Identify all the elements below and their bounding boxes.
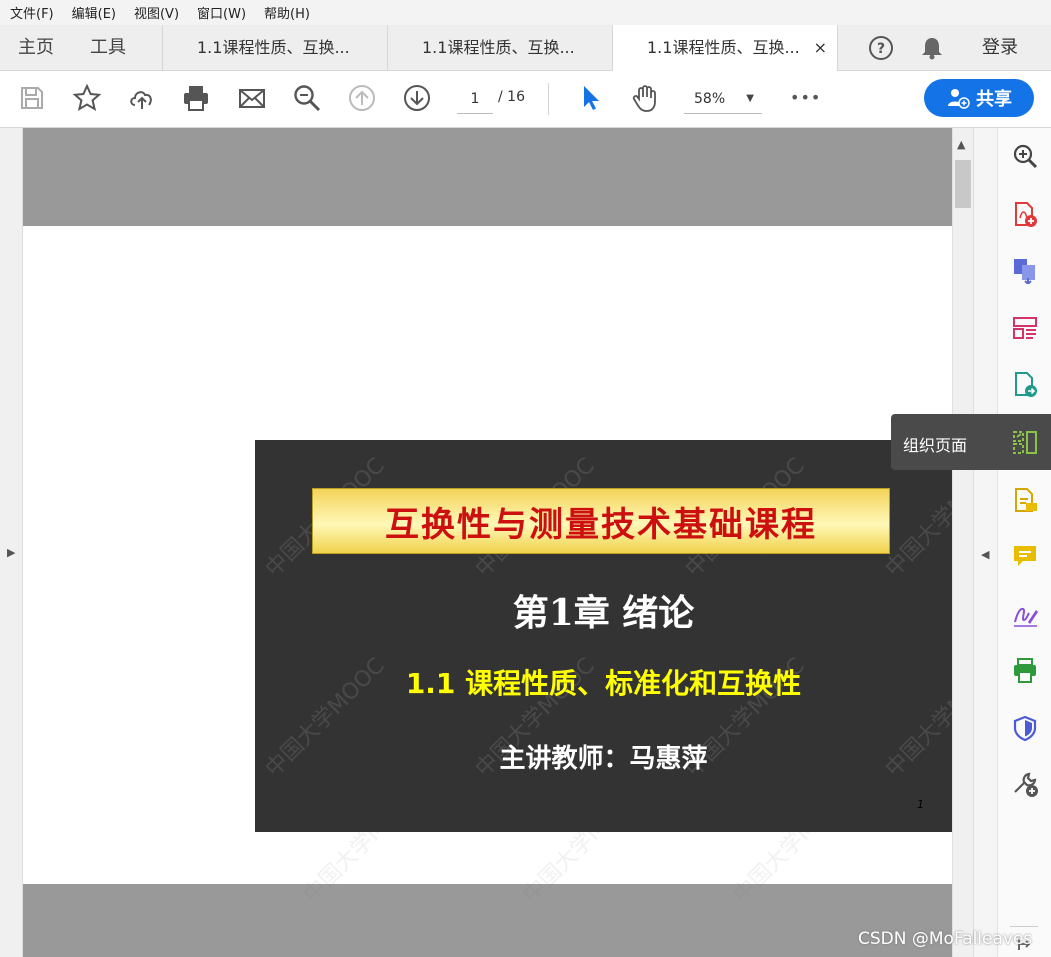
toolbar: 1 / 16 58% ▼ ••• 共享: [0, 71, 1051, 128]
slide-chapter-title: 第1章 绪论: [512, 592, 695, 634]
previous-page-icon[interactable]: [347, 83, 377, 113]
help-icon[interactable]: ?: [867, 34, 895, 62]
svg-text:?: ?: [877, 41, 885, 57]
convert-pdf-icon[interactable]: [1011, 370, 1039, 398]
pdf-page: 中国大学MOOC 中国大学MOOC 中国大学MOOC 中国大学MOOC 中国大学…: [23, 226, 952, 908]
bell-icon[interactable]: [918, 34, 946, 62]
create-pdf-icon[interactable]: [1011, 200, 1039, 228]
divider: [837, 25, 838, 70]
document-viewport[interactable]: 中国大学MOOC 中国大学MOOC 中国大学MOOC 中国大学MOOC 中国大学…: [23, 128, 952, 957]
vertical-scrollbar[interactable]: ▲: [952, 128, 973, 957]
comment-icon[interactable]: [1011, 542, 1039, 570]
share-button[interactable]: 共享: [924, 79, 1034, 117]
menu-help[interactable]: 帮助(H): [254, 3, 318, 22]
zoom-level-select[interactable]: 58% ▼: [684, 87, 762, 114]
organize-pages-tooltip[interactable]: 组织页面: [891, 414, 1051, 470]
comment-file-icon[interactable]: [1011, 486, 1039, 514]
tab-document-2[interactable]: 1.1课程性质、互换...: [387, 25, 612, 70]
chevron-right-icon: ▶: [7, 546, 16, 559]
slide-teacher: 主讲教师：马惠萍: [499, 744, 708, 774]
save-icon[interactable]: [17, 83, 47, 113]
protect-icon[interactable]: [1011, 714, 1039, 742]
menu-bar: 文件(F) 编辑(E) 视图(V) 窗口(W) 帮助(H): [0, 0, 1051, 25]
slide-banner: 互换性与测量技术基础课程: [312, 488, 890, 554]
tab-home[interactable]: 主页: [18, 25, 54, 70]
toolbar-divider: [548, 83, 549, 115]
chevron-down-icon: ▼: [746, 93, 754, 104]
hand-tool-icon[interactable]: [630, 83, 660, 113]
chevron-left-icon: ◀: [981, 548, 990, 561]
zoom-icon[interactable]: [1011, 142, 1039, 170]
bookmark-star-icon[interactable]: [72, 83, 102, 113]
more-options-icon[interactable]: •••: [790, 88, 821, 107]
select-cursor-icon[interactable]: [575, 83, 605, 113]
slide-number: 1: [917, 798, 924, 811]
slide-section-title: 1.1 课程性质、标准化和互换性: [405, 667, 802, 700]
zoom-level-value: 58%: [694, 91, 726, 107]
scrollbar-thumb[interactable]: [955, 160, 971, 208]
menu-file[interactable]: 文件(F): [0, 3, 62, 22]
tab-tools[interactable]: 工具: [90, 25, 126, 70]
tab-bar: 主页 工具 1.1课程性质、互换... 1.1课程性质、互换... 1.1课程性…: [0, 25, 1051, 71]
mail-icon[interactable]: [237, 83, 267, 113]
left-panel-toggle[interactable]: ▶: [0, 128, 23, 957]
right-panel-toggle[interactable]: ◀: [973, 128, 998, 957]
tab-document-3[interactable]: 1.1课程性质、互换... ×: [612, 25, 837, 71]
more-tools-icon[interactable]: [1011, 770, 1039, 798]
menu-edit[interactable]: 编辑(E): [62, 3, 124, 22]
edit-pdf-icon[interactable]: [1011, 314, 1039, 342]
login-button[interactable]: 登录: [982, 25, 1018, 70]
menu-view[interactable]: 视图(V): [124, 3, 187, 22]
add-user-icon: [948, 89, 970, 109]
cloud-upload-icon[interactable]: [127, 83, 157, 113]
tooltip-label: 组织页面: [903, 436, 968, 455]
print-production-icon[interactable]: [1011, 656, 1039, 684]
organize-pages-icon: [1011, 428, 1039, 456]
close-tab-icon[interactable]: ×: [814, 25, 827, 70]
tab-document-label: 1.1课程性质、互换...: [197, 38, 350, 57]
tools-pane: [997, 128, 1051, 957]
tab-document-label: 1.1课程性质、互换...: [422, 38, 575, 57]
page-total: / 16: [498, 89, 525, 105]
tab-document-1[interactable]: 1.1课程性质、互换...: [162, 25, 387, 70]
menu-window[interactable]: 窗口(W): [187, 3, 254, 22]
fill-sign-icon[interactable]: [1011, 600, 1039, 628]
credit-watermark: CSDN @MoFalleaves: [858, 929, 1033, 949]
divider: [1010, 926, 1038, 927]
next-page-icon[interactable]: [402, 83, 432, 113]
page-number-input[interactable]: 1: [457, 87, 493, 114]
zoom-search-icon[interactable]: [292, 83, 322, 113]
slide: 中国大学MOOC 中国大学MOOC 中国大学MOOC 中国大学MOOC 中国大学…: [255, 440, 952, 832]
slide-course-title: 互换性与测量技术基础课程: [385, 505, 817, 545]
tab-document-label: 1.1课程性质、互换...: [647, 38, 800, 57]
share-label: 共享: [976, 89, 1012, 110]
export-pdf-icon[interactable]: [1011, 256, 1039, 286]
print-icon[interactable]: [181, 83, 211, 113]
scroll-up-arrow-icon[interactable]: ▲: [957, 138, 965, 151]
